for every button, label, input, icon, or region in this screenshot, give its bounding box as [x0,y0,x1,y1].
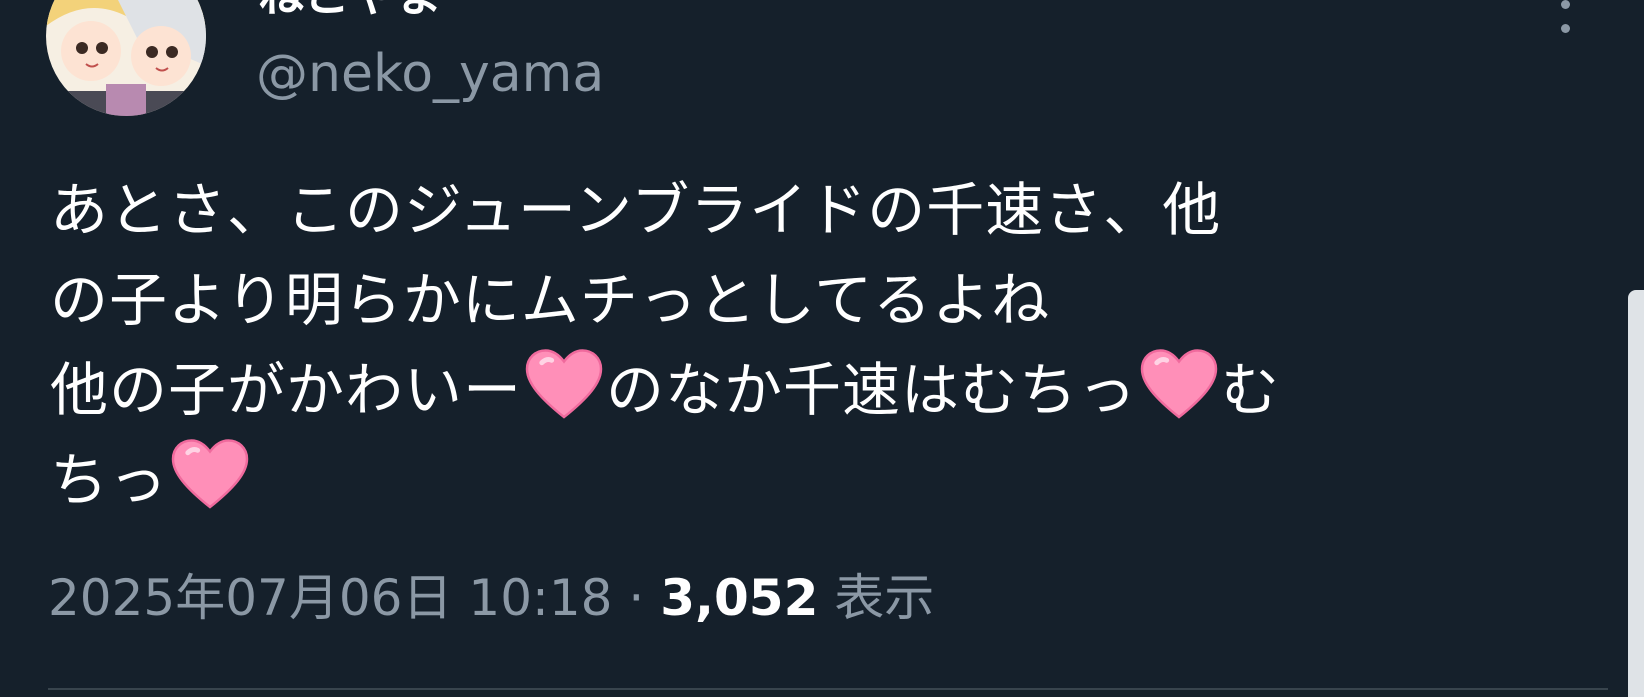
views-count[interactable]: 3,052 [660,569,818,627]
tweet-line: 他の子がかわいー💗のなか千速はむちっ💗む [50,345,1570,435]
tweet-text-segment: の子より明らかにムチっとしてるよね [50,266,1051,334]
more-vertical-icon [1561,0,1570,9]
avatar-illustration [46,0,206,116]
tweet-line: の子より明らかにムチっとしてるよね [50,255,1570,345]
tweet-text-segment: ちっ [50,446,169,514]
pink-heart-emoji-icon: 💗 [525,349,603,419]
tweet-text: あとさ、このジューンブライドの千速さ、他 の子より明らかにムチっとしてるよね 他… [50,165,1570,525]
tweet-text-segment: あとさ、このジューンブライドの千速さ、他 [50,176,1222,244]
display-name[interactable]: ねこやま [258,0,442,20]
tweet-text-segment: のなか千速はむちっ [606,356,1138,424]
pink-heart-emoji-icon: 💗 [171,439,249,509]
more-options-button[interactable] [1550,0,1580,50]
tweet-line: あとさ、このジューンブライドの千速さ、他 [50,165,1570,255]
meta-separator: · [628,569,645,627]
user-handle[interactable]: @neko_yama [256,44,604,104]
pink-heart-emoji-icon: 💗 [1140,349,1218,419]
tweet-text-segment: む [1221,356,1281,424]
tweet-text-segment: 他の子がかわいー [50,356,523,424]
tweet-timestamp[interactable]: 2025年07月06日 10:18 [48,569,612,627]
divider [48,688,1608,690]
scrollbar[interactable] [1628,290,1644,697]
tweet-line: ちっ💗 [50,435,1570,525]
more-vertical-icon-dot [1561,24,1570,33]
views-label: 表示 [834,569,935,627]
avatar[interactable] [46,0,206,116]
tweet-meta: 2025年07月06日 10:18 · 3,052 表示 [48,568,934,628]
